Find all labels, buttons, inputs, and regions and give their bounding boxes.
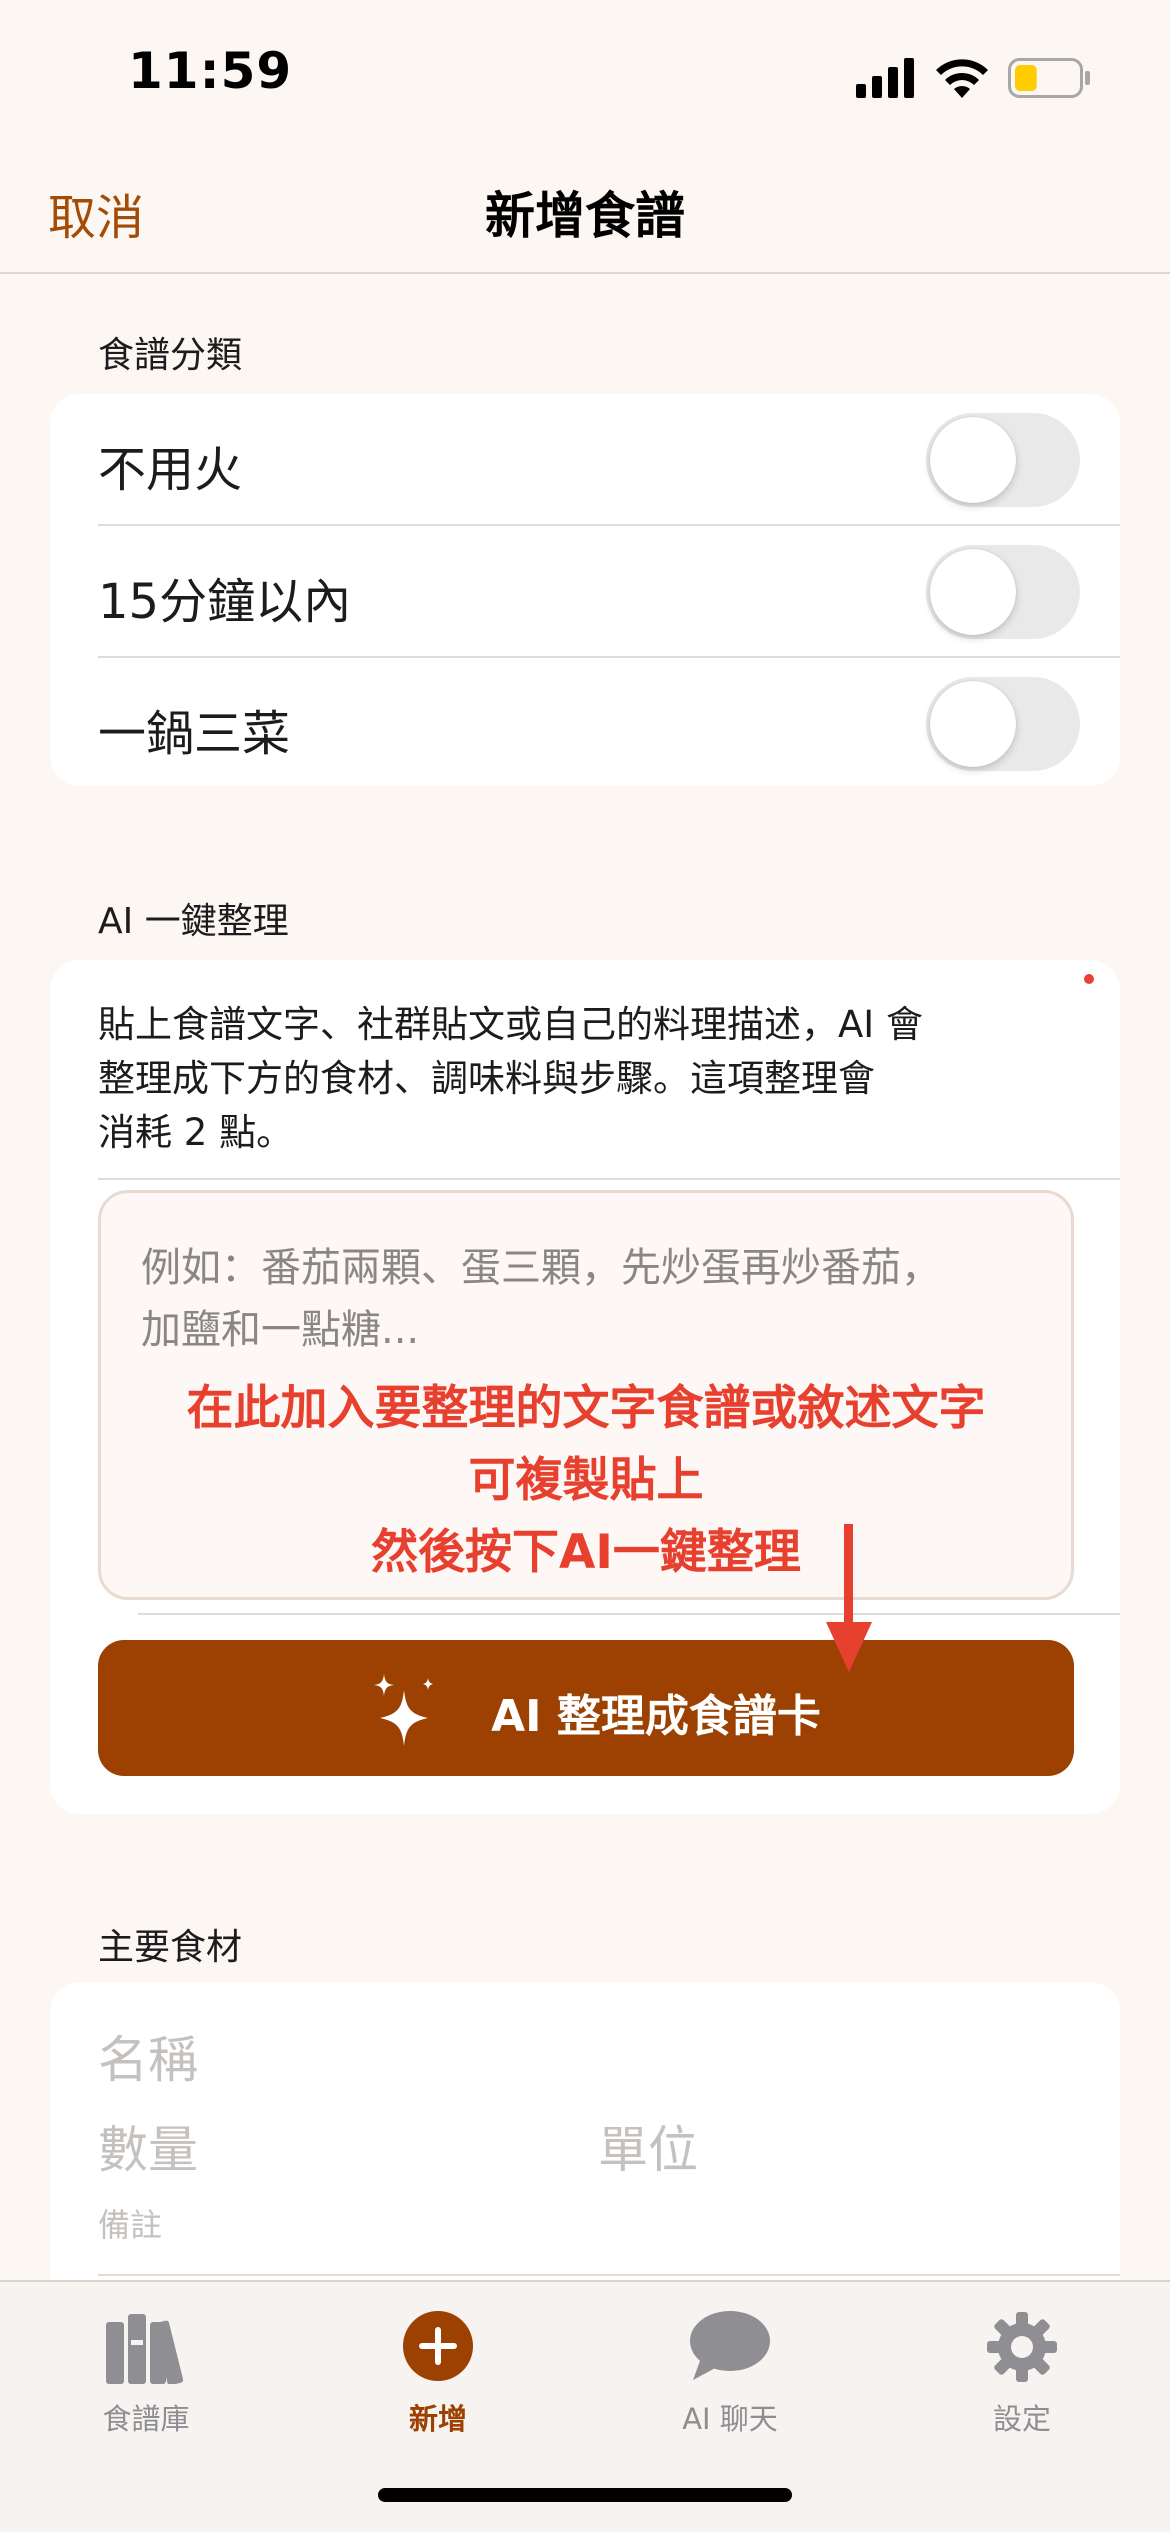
description-line: 貼上食譜文字、社群貼文或自己的料理描述，AI 會 (98, 1003, 923, 1046)
gear-icon (987, 2312, 1057, 2382)
navigation-bar: 取消 新增食譜 (0, 150, 1170, 274)
ingredient-unit-input[interactable]: 單位 (598, 2110, 698, 2182)
toggle-row-no-fire[interactable]: 不用火 (50, 394, 1120, 526)
status-bar: 11:59 (0, 0, 1170, 150)
books-icon (106, 2314, 184, 2384)
toggle-label: 不用火 (98, 442, 243, 498)
tab-label: 新增 (408, 2402, 467, 2436)
instruction-annotation: 在此加入要整理的文字食譜或敘述文字 可複製貼上 然後按下AI一鍵整理 (101, 1373, 1071, 1589)
input-placeholder: 例如：番茄兩顆、蛋三顆，先炒蛋再炒番茄， 加鹽和一點糖... (141, 1237, 1041, 1361)
divider (138, 1613, 1120, 1615)
toggle-label: 一鍋三菜 (98, 706, 291, 762)
ingredient-note-input[interactable]: 備註 (98, 2200, 162, 2246)
annotation-line: 在此加入要整理的文字食譜或敘述文字 (186, 1381, 986, 1436)
plus-circle-icon (403, 2311, 473, 2381)
wifi-icon (936, 59, 988, 98)
ai-section-header: AI 一鍵整理 (98, 901, 289, 942)
cellular-signal-icon (856, 58, 914, 98)
toggle-row-15-min[interactable]: 15分鐘以內 (50, 526, 1120, 658)
description-line: 消耗 2 點。 (98, 1111, 294, 1154)
switch-knob (930, 417, 1016, 503)
switch-knob (930, 681, 1016, 767)
one-pot-switch[interactable] (926, 677, 1080, 771)
no-fire-switch[interactable] (926, 413, 1080, 507)
description-line: 整理成下方的食材、調味料與步驟。這項整理會 (98, 1057, 875, 1100)
tab-settings[interactable]: 設定 (876, 2282, 1168, 2462)
battery-icon (1008, 58, 1090, 98)
status-time: 11:59 (128, 42, 293, 100)
ingredients-card: 名稱 數量 單位 備註 (50, 1982, 1120, 2322)
ingredient-name-input[interactable]: 名稱 (98, 2020, 198, 2092)
ingredients-section-header: 主要食材 (98, 1927, 243, 1968)
ai-description: 貼上食譜文字、社群貼文或自己的料理描述，AI 會 整理成下方的食材、調味料與步驟… (98, 998, 1018, 1160)
annotation-arrow-icon (826, 1622, 872, 1672)
divider (98, 2274, 1120, 2276)
tab-ai-chat[interactable]: AI 聊天 (584, 2282, 876, 2462)
ingredient-quantity-input[interactable]: 數量 (98, 2110, 198, 2182)
ai-card: 貼上食譜文字、社群貼文或自己的料理描述，AI 會 整理成下方的食材、調味料與步驟… (50, 960, 1120, 1814)
tab-label: AI 聊天 (682, 2402, 778, 2436)
tab-bar: 食譜庫 新增 AI 聊天 設定 (0, 2280, 1170, 2532)
ai-button-label: AI 整理成食譜卡 (491, 1691, 821, 1742)
divider (98, 1178, 1120, 1180)
placeholder-line: 例如：番茄兩顆、蛋三顆，先炒蛋再炒番茄， (141, 1245, 941, 1291)
15-min-switch[interactable] (926, 545, 1080, 639)
tab-recipe-library[interactable]: 食譜庫 (0, 2282, 292, 2462)
category-card: 不用火 15分鐘以內 一鍋三菜 (50, 394, 1120, 786)
annotation-line: 然後按下AI一鍵整理 (371, 1525, 801, 1580)
annotation-line: 可複製貼上 (468, 1453, 704, 1508)
recipe-text-input[interactable]: 例如：番茄兩顆、蛋三顆，先炒蛋再炒番茄， 加鹽和一點糖... 在此加入要整理的文… (98, 1190, 1074, 1600)
ai-organize-button[interactable]: AI 整理成食譜卡 (98, 1640, 1074, 1776)
switch-knob (930, 549, 1016, 635)
notification-dot (1084, 974, 1094, 984)
tab-add[interactable]: 新增 (292, 2282, 584, 2462)
annotation-arrow-shaft (844, 1524, 853, 1634)
chat-bubble-icon (690, 2311, 770, 2380)
page-title: 新增食譜 (485, 187, 685, 245)
tab-label: 食譜庫 (102, 2402, 190, 2436)
placeholder-line: 加鹽和一點糖... (141, 1307, 420, 1353)
category-section-header: 食譜分類 (98, 335, 243, 376)
home-indicator (378, 2488, 792, 2502)
tab-label: 設定 (992, 2402, 1051, 2436)
toggle-row-one-pot[interactable]: 一鍋三菜 (50, 658, 1120, 786)
toggle-label: 15分鐘以內 (98, 574, 352, 630)
